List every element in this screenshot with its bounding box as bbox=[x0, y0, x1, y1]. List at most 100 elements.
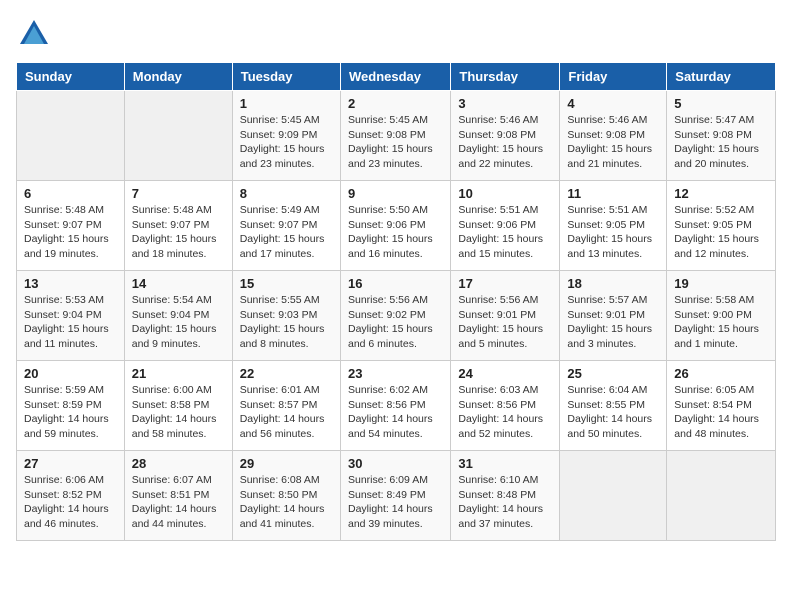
day-info: Sunrise: 6:08 AM Sunset: 8:50 PM Dayligh… bbox=[240, 473, 333, 532]
day-cell bbox=[17, 91, 125, 181]
day-cell: 27 Sunrise: 6:06 AM Sunset: 8:52 PM Dayli… bbox=[17, 451, 125, 541]
day-cell bbox=[560, 451, 667, 541]
day-cell: 10 Sunrise: 5:51 AM Sunset: 9:06 PM Dayli… bbox=[451, 181, 560, 271]
day-info: Sunrise: 5:48 AM Sunset: 9:07 PM Dayligh… bbox=[132, 203, 225, 262]
day-info: Sunrise: 6:01 AM Sunset: 8:57 PM Dayligh… bbox=[240, 383, 333, 442]
day-cell: 26Sunrise: 6:05 AM Sunset: 8:54 PM Dayli… bbox=[667, 361, 776, 451]
day-number: 24 bbox=[458, 366, 552, 381]
day-number: 22 bbox=[240, 366, 333, 381]
day-cell: 19 Sunrise: 5:58 AM Sunset: 9:00 PM Dayli… bbox=[667, 271, 776, 361]
day-number: 17 bbox=[458, 276, 552, 291]
day-number: 9 bbox=[348, 186, 443, 201]
day-info: Sunrise: 6:03 AM Sunset: 8:56 PM Dayligh… bbox=[458, 383, 552, 442]
day-cell: 18 Sunrise: 5:57 AM Sunset: 9:01 PM Dayli… bbox=[560, 271, 667, 361]
day-info: Sunrise: 6:00 AM Sunset: 8:58 PM Dayligh… bbox=[132, 383, 225, 442]
week-row-5: 27 Sunrise: 6:06 AM Sunset: 8:52 PM Dayli… bbox=[17, 451, 776, 541]
header-monday: Monday bbox=[124, 63, 232, 91]
logo-icon bbox=[16, 16, 52, 52]
day-cell: 30Sunrise: 6:09 AM Sunset: 8:49 PM Dayli… bbox=[340, 451, 450, 541]
day-info: Sunrise: 5:48 AM Sunset: 9:07 PM Dayligh… bbox=[24, 203, 117, 262]
day-number: 18 bbox=[567, 276, 659, 291]
page-header bbox=[16, 16, 776, 52]
day-info: Sunrise: 5:45 AM Sunset: 9:08 PM Dayligh… bbox=[348, 113, 443, 172]
day-info: Sunrise: 5:47 AM Sunset: 9:08 PM Dayligh… bbox=[674, 113, 768, 172]
logo bbox=[16, 16, 56, 52]
day-cell: 14 Sunrise: 5:54 AM Sunset: 9:04 PM Dayli… bbox=[124, 271, 232, 361]
week-row-1: 1 Sunrise: 5:45 AM Sunset: 9:09 PM Daylig… bbox=[17, 91, 776, 181]
day-number: 10 bbox=[458, 186, 552, 201]
day-number: 23 bbox=[348, 366, 443, 381]
header-friday: Friday bbox=[560, 63, 667, 91]
day-cell bbox=[667, 451, 776, 541]
day-cell: 2 Sunrise: 5:45 AM Sunset: 9:08 PM Daylig… bbox=[340, 91, 450, 181]
day-number: 8 bbox=[240, 186, 333, 201]
day-cell: 6 Sunrise: 5:48 AM Sunset: 9:07 PM Daylig… bbox=[17, 181, 125, 271]
day-info: Sunrise: 6:02 AM Sunset: 8:56 PM Dayligh… bbox=[348, 383, 443, 442]
day-number: 15 bbox=[240, 276, 333, 291]
day-cell: 23 Sunrise: 6:02 AM Sunset: 8:56 PM Dayli… bbox=[340, 361, 450, 451]
week-row-4: 20 Sunrise: 5:59 AM Sunset: 8:59 PM Dayli… bbox=[17, 361, 776, 451]
day-cell: 1 Sunrise: 5:45 AM Sunset: 9:09 PM Daylig… bbox=[232, 91, 340, 181]
day-number: 3 bbox=[458, 96, 552, 111]
day-info: Sunrise: 5:51 AM Sunset: 9:06 PM Dayligh… bbox=[458, 203, 552, 262]
week-row-3: 13Sunrise: 5:53 AM Sunset: 9:04 PM Dayli… bbox=[17, 271, 776, 361]
day-cell: 29 Sunrise: 6:08 AM Sunset: 8:50 PM Dayli… bbox=[232, 451, 340, 541]
day-info: Sunrise: 5:55 AM Sunset: 9:03 PM Dayligh… bbox=[240, 293, 333, 352]
day-info: Sunrise: 6:06 AM Sunset: 8:52 PM Dayligh… bbox=[24, 473, 117, 532]
day-number: 20 bbox=[24, 366, 117, 381]
day-number: 29 bbox=[240, 456, 333, 471]
day-cell: 28Sunrise: 6:07 AM Sunset: 8:51 PM Dayli… bbox=[124, 451, 232, 541]
day-info: Sunrise: 5:59 AM Sunset: 8:59 PM Dayligh… bbox=[24, 383, 117, 442]
calendar-table: SundayMondayTuesdayWednesdayThursdayFrid… bbox=[16, 62, 776, 541]
day-number: 27 bbox=[24, 456, 117, 471]
day-number: 7 bbox=[132, 186, 225, 201]
day-cell: 24 Sunrise: 6:03 AM Sunset: 8:56 PM Dayli… bbox=[451, 361, 560, 451]
day-number: 2 bbox=[348, 96, 443, 111]
header-thursday: Thursday bbox=[451, 63, 560, 91]
day-number: 14 bbox=[132, 276, 225, 291]
day-info: Sunrise: 5:56 AM Sunset: 9:02 PM Dayligh… bbox=[348, 293, 443, 352]
day-cell: 25 Sunrise: 6:04 AM Sunset: 8:55 PM Dayli… bbox=[560, 361, 667, 451]
header-wednesday: Wednesday bbox=[340, 63, 450, 91]
day-number: 5 bbox=[674, 96, 768, 111]
day-number: 25 bbox=[567, 366, 659, 381]
day-number: 12 bbox=[674, 186, 768, 201]
day-info: Sunrise: 5:54 AM Sunset: 9:04 PM Dayligh… bbox=[132, 293, 225, 352]
day-number: 4 bbox=[567, 96, 659, 111]
day-number: 11 bbox=[567, 186, 659, 201]
day-cell: 12 Sunrise: 5:52 AM Sunset: 9:05 PM Dayli… bbox=[667, 181, 776, 271]
day-info: Sunrise: 5:46 AM Sunset: 9:08 PM Dayligh… bbox=[458, 113, 552, 172]
day-number: 6 bbox=[24, 186, 117, 201]
day-number: 30 bbox=[348, 456, 443, 471]
header-sunday: Sunday bbox=[17, 63, 125, 91]
day-info: Sunrise: 6:05 AM Sunset: 8:54 PM Dayligh… bbox=[674, 383, 768, 442]
day-cell: 5 Sunrise: 5:47 AM Sunset: 9:08 PM Daylig… bbox=[667, 91, 776, 181]
day-cell: 7 Sunrise: 5:48 AM Sunset: 9:07 PM Daylig… bbox=[124, 181, 232, 271]
day-info: Sunrise: 5:45 AM Sunset: 9:09 PM Dayligh… bbox=[240, 113, 333, 172]
header-row: SundayMondayTuesdayWednesdayThursdayFrid… bbox=[17, 63, 776, 91]
day-cell: 21Sunrise: 6:00 AM Sunset: 8:58 PM Dayli… bbox=[124, 361, 232, 451]
day-info: Sunrise: 5:57 AM Sunset: 9:01 PM Dayligh… bbox=[567, 293, 659, 352]
day-number: 31 bbox=[458, 456, 552, 471]
day-info: Sunrise: 5:46 AM Sunset: 9:08 PM Dayligh… bbox=[567, 113, 659, 172]
day-cell: 31Sunrise: 6:10 AM Sunset: 8:48 PM Dayli… bbox=[451, 451, 560, 541]
header-tuesday: Tuesday bbox=[232, 63, 340, 91]
day-number: 28 bbox=[132, 456, 225, 471]
day-info: Sunrise: 5:49 AM Sunset: 9:07 PM Dayligh… bbox=[240, 203, 333, 262]
day-cell: 17 Sunrise: 5:56 AM Sunset: 9:01 PM Dayli… bbox=[451, 271, 560, 361]
day-cell bbox=[124, 91, 232, 181]
day-number: 19 bbox=[674, 276, 768, 291]
day-cell: 8 Sunrise: 5:49 AM Sunset: 9:07 PM Daylig… bbox=[232, 181, 340, 271]
day-number: 13 bbox=[24, 276, 117, 291]
day-info: Sunrise: 6:04 AM Sunset: 8:55 PM Dayligh… bbox=[567, 383, 659, 442]
day-info: Sunrise: 5:50 AM Sunset: 9:06 PM Dayligh… bbox=[348, 203, 443, 262]
day-cell: 9 Sunrise: 5:50 AM Sunset: 9:06 PM Daylig… bbox=[340, 181, 450, 271]
day-cell: 4 Sunrise: 5:46 AM Sunset: 9:08 PM Daylig… bbox=[560, 91, 667, 181]
day-info: Sunrise: 5:52 AM Sunset: 9:05 PM Dayligh… bbox=[674, 203, 768, 262]
day-info: Sunrise: 5:56 AM Sunset: 9:01 PM Dayligh… bbox=[458, 293, 552, 352]
header-saturday: Saturday bbox=[667, 63, 776, 91]
day-info: Sunrise: 5:58 AM Sunset: 9:00 PM Dayligh… bbox=[674, 293, 768, 352]
day-cell: 15 Sunrise: 5:55 AM Sunset: 9:03 PM Dayli… bbox=[232, 271, 340, 361]
week-row-2: 6 Sunrise: 5:48 AM Sunset: 9:07 PM Daylig… bbox=[17, 181, 776, 271]
day-number: 1 bbox=[240, 96, 333, 111]
